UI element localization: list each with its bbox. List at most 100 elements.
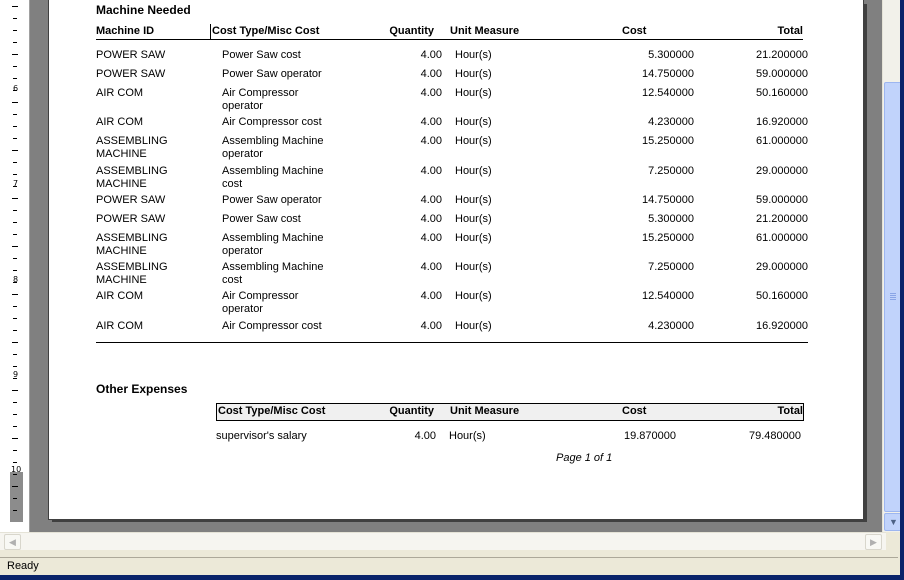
cell-unit: Hour(s) [455,116,492,128]
ruler-tick [12,438,18,439]
cell-unit: Hour(s) [455,290,492,302]
scroll-left-button[interactable]: ◀ [4,534,21,550]
machine-table-bottom-rule [96,342,808,343]
ruler-tick [13,174,17,175]
cell-cost: 15.250000 [642,135,694,147]
cell-total: 29.000000 [756,261,808,273]
ruler-tick [12,54,18,55]
ruler-tick [13,30,17,31]
ruler-tick [13,42,17,43]
ruler-tick [12,390,18,391]
ruler-tick [13,78,17,79]
scroll-grip [890,297,896,298]
ruler-tick [13,318,17,319]
ruler-tick [12,150,18,151]
ruler-tick [13,258,17,259]
cell-quantity: 4.00 [420,49,442,61]
cell-cost: 14.750000 [642,68,694,80]
cell-machine-id: POWER SAW [96,49,166,61]
cell-total: 16.920000 [756,116,808,128]
ruler-tick [13,510,17,511]
other-cell-cost: 19.870000 [624,430,676,442]
cell-quantity: 4.00 [420,68,442,80]
cell-cost: 12.540000 [642,290,694,302]
cell-machine-id: POWER SAW [96,213,166,225]
window-frame-bottom [0,575,904,580]
ruler-number: 10 [11,465,22,474]
cell-cost-type: Air Compressor operator [222,290,299,315]
col-header-cost-type: Cost Type/Misc Cost [212,25,320,37]
horizontal-scrollbar[interactable]: ◀ ▶ [0,532,886,550]
cell-machine-id: ASSEMBLING MACHINE [96,261,168,286]
cell-cost-type: Assembling Machine cost [222,261,324,286]
other-cell-total: 79.480000 [749,430,801,442]
other-col-header-unit: Unit Measure [450,405,520,417]
ruler-highlight [10,472,23,522]
cell-cost-type: Assembling Machine operator [222,232,324,257]
other-col-header-cost: Cost [622,405,647,417]
cell-quantity: 4.00 [420,135,442,147]
cell-unit: Hour(s) [455,68,492,80]
chevron-down-icon: ▼ [889,517,898,527]
ruler-tick [13,270,17,271]
cell-quantity: 4.00 [420,232,442,244]
cell-quantity: 4.00 [420,87,442,99]
cell-total: 16.920000 [756,320,808,332]
ruler-tick [13,330,17,331]
ruler-tick [12,342,18,343]
ruler-tick [13,126,17,127]
cell-cost: 14.750000 [642,194,694,206]
scroll-grip [890,293,896,294]
window-frame-right [900,0,904,580]
cell-machine-id: ASSEMBLING MACHINE [96,135,168,160]
report-viewer-window: 6 7 8 9 10 Machine Needed Machine ID Cost Ty… [0,0,904,580]
other-col-header-quantity: Quantity [389,405,434,417]
vertical-ruler: 6 7 8 9 10 [0,0,30,532]
ruler-tick [13,366,17,367]
ruler-tick [13,66,17,67]
cell-quantity: 4.00 [420,213,442,225]
header-underline [96,39,803,40]
cell-machine-id: AIR COM [96,320,144,332]
report-page: Machine Needed Machine ID Cost Type/Misc… [48,0,864,520]
cell-cost: 4.230000 [648,116,694,128]
cell-cost-type: Air Compressor operator [222,87,299,112]
ruler-number: 8 [13,275,19,284]
ruler-tick [13,402,17,403]
ruler-tick [13,210,17,211]
ruler-tick [13,222,17,223]
ruler-tick [13,462,17,463]
ruler-tick [12,6,18,7]
cell-machine-id: AIR COM [96,87,144,99]
machine-section-title: Machine Needed [96,3,191,17]
status-bar: Ready [0,557,898,575]
cell-unit: Hour(s) [455,232,492,244]
cell-total: 61.000000 [756,232,808,244]
cell-total: 61.000000 [756,135,808,147]
cell-cost: 15.250000 [642,232,694,244]
ruler-number: 6 [13,84,19,93]
ruler-tick [13,162,17,163]
cell-cost: 5.300000 [648,213,694,225]
cell-unit: Hour(s) [455,320,492,332]
cell-total: 21.200000 [756,213,808,225]
scroll-grip [890,299,896,300]
col-header-machine-id: Machine ID [96,25,155,37]
cell-cost-type: Power Saw operator [222,68,322,80]
cell-cost-type: Assembling Machine operator [222,135,324,160]
ruler-tick [13,450,17,451]
ruler-number: 9 [13,370,19,379]
cell-cost-type: Air Compressor cost [222,116,322,128]
cell-total: 50.160000 [756,290,808,302]
ruler-tick [13,114,17,115]
scroll-right-button[interactable]: ▶ [865,534,882,550]
cell-cost-type: Air Compressor cost [222,320,322,332]
ruler-tick [13,18,17,19]
col-header-unit: Unit Measure [450,25,520,37]
cell-total: 59.000000 [756,194,808,206]
other-cell-quantity: 4.00 [414,430,436,442]
cell-quantity: 4.00 [420,165,442,177]
cell-cost: 4.230000 [648,320,694,332]
other-header-underline [216,420,804,421]
cell-total: 50.160000 [756,87,808,99]
